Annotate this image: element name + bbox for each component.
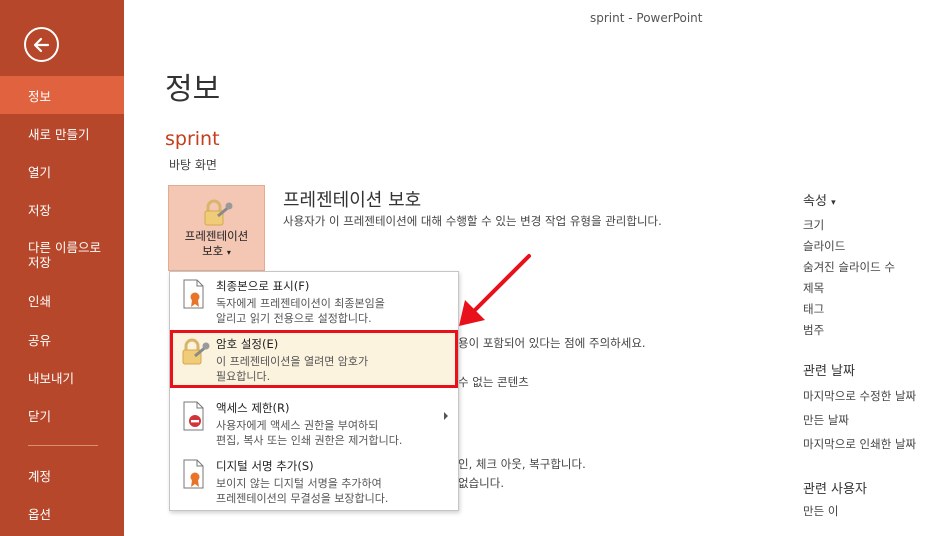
menu-item-description-line: 알리고 읽기 전용으로 설정합니다. xyxy=(216,312,372,325)
nav-item-label: 정보 xyxy=(28,88,52,104)
menu-item-add-digital-signature[interactable]: 디지털 서명 추가(S) 보이지 않는 디지털 서명을 추가하여 프레젠테이션의… xyxy=(170,452,458,510)
menu-item-description-line: 사용자에게 액세스 권한을 부여하되 xyxy=(216,419,379,432)
menu-item-mark-as-final[interactable]: 최종본으로 표시(F) 독자에게 프레젠테이션이 최종본임을 알리고 읽기 전용… xyxy=(170,272,458,330)
inspect-text-partial: 용이 포함되어 있다는 점에 주의하세요. xyxy=(458,336,646,350)
file-name: sprint xyxy=(165,128,220,150)
nav-item-account[interactable]: 계정 xyxy=(0,456,124,494)
menu-item-description: 사용자에게 액세스 권한을 부여하되 편집, 복사 또는 인쇄 권한은 제거합니… xyxy=(216,418,446,448)
versions-text-partial: 인, 체크 아웃, 복구합니다. xyxy=(458,457,586,471)
nav-item-label-line1: 다른 이름으로 xyxy=(28,240,101,255)
window-title: sprint - PowerPoint xyxy=(590,11,703,25)
dates-heading: 관련 날짜 xyxy=(803,364,855,379)
nav-item-label: 계정 xyxy=(28,468,52,484)
nav-item-label-line2: 저장 xyxy=(28,255,52,270)
protect-button-label-text: 보호 xyxy=(202,244,224,258)
property-label: 슬라이드 xyxy=(803,239,846,253)
protect-button-label-line2: 보호 ▾ xyxy=(169,244,264,260)
menu-item-description-line: 독자에게 프레젠테이션이 최종본임을 xyxy=(216,297,385,310)
lock-key-icon xyxy=(204,199,233,226)
nav-divider xyxy=(28,445,98,446)
inspect-text-partial: 수 없는 콘텐츠 xyxy=(458,375,529,389)
nav-item-close[interactable]: 닫기 xyxy=(0,396,124,434)
people-label: 만든 이 xyxy=(803,504,839,518)
document-ribbon-icon xyxy=(183,279,204,309)
file-location[interactable]: 바탕 화면 xyxy=(169,156,217,173)
nav-item-label: 닫기 xyxy=(28,408,52,424)
nav-item-label: 열기 xyxy=(28,164,52,180)
submenu-arrow-icon xyxy=(444,412,448,420)
menu-item-title: 암호 설정(E) xyxy=(216,337,279,351)
nav-item-label: 옵션 xyxy=(28,506,52,522)
protect-button-label: 프레젠테이션 보호 ▾ xyxy=(169,229,264,260)
property-label: 숨겨진 슬라이드 수 xyxy=(803,260,895,274)
menu-item-description-line: 보이지 않는 디지털 서명을 추가하여 xyxy=(216,477,382,490)
protect-heading: 프레젠테이션 보호 xyxy=(283,190,422,211)
nav-item-label: 저장 xyxy=(28,202,52,218)
lock-key-icon xyxy=(182,338,210,365)
property-label: 태그 xyxy=(803,302,825,316)
date-label: 만든 날짜 xyxy=(803,413,849,427)
nav-item-label: 다른 이름으로 저장 xyxy=(28,240,101,270)
property-label: 크기 xyxy=(803,218,825,232)
document-ribbon-icon xyxy=(183,459,204,489)
menu-item-title: 액세스 제한(R) xyxy=(216,401,290,415)
nav-item-share[interactable]: 공유 xyxy=(0,320,124,358)
annotation-arrow-icon xyxy=(459,254,531,326)
back-arrow-icon xyxy=(33,37,50,53)
page-title: 정보 xyxy=(165,72,221,107)
nav-item-save-as[interactable]: 다른 이름으로 저장 xyxy=(0,235,124,275)
people-heading: 관련 사용자 xyxy=(803,482,867,497)
chevron-down-icon: ▾ xyxy=(831,198,836,208)
nav-item-export[interactable]: 내보내기 xyxy=(0,358,124,396)
protect-button-label-line1: 프레젠테이션 xyxy=(184,229,249,243)
backstage-nav: 정보 새로 만들기 열기 저장 다른 이름으로 저장 인쇄 공유 내보내기 닫기… xyxy=(0,0,124,536)
nav-item-open[interactable]: 열기 xyxy=(0,152,124,190)
protect-description: 사용자가 이 프레젠테이션에 대해 수행할 수 있는 변경 작업 유형을 관리합… xyxy=(283,214,662,228)
menu-item-encrypt-with-password[interactable]: 암호 설정(E) 이 프레젠테이션을 열려면 암호가 필요합니다. xyxy=(170,330,458,388)
back-button[interactable] xyxy=(24,27,59,62)
menu-item-title: 디지털 서명 추가(S) xyxy=(216,459,314,473)
menu-item-description: 보이지 않는 디지털 서명을 추가하여 프레젠테이션의 무결성을 보장합니다. xyxy=(216,476,446,506)
versions-text-partial: 없습니다. xyxy=(458,476,504,490)
nav-item-label: 새로 만들기 xyxy=(28,126,90,142)
nav-item-label: 공유 xyxy=(28,332,52,348)
chevron-down-icon: ▾ xyxy=(226,248,231,257)
document-restrict-icon xyxy=(183,401,204,431)
menu-item-description-line: 이 프레젠테이션을 열려면 암호가 xyxy=(216,355,369,368)
property-label: 제목 xyxy=(803,281,825,295)
nav-item-options[interactable]: 옵션 xyxy=(0,494,124,532)
menu-item-description-line: 필요합니다. xyxy=(216,370,271,383)
menu-item-description-line: 편집, 복사 또는 인쇄 권한은 제거합니다. xyxy=(216,434,403,447)
date-label: 마지막으로 수정한 날짜 xyxy=(803,389,917,403)
menu-item-description: 이 프레젠테이션을 열려면 암호가 필요합니다. xyxy=(216,354,446,384)
nav-item-save[interactable]: 저장 xyxy=(0,190,124,228)
protect-presentation-button[interactable]: 프레젠테이션 보호 ▾ xyxy=(168,185,265,271)
menu-item-restrict-access[interactable]: 액세스 제한(R) 사용자에게 액세스 권한을 부여하되 편집, 복사 또는 인… xyxy=(170,394,458,452)
nav-item-print[interactable]: 인쇄 xyxy=(0,281,124,319)
protect-presentation-menu: 최종본으로 표시(F) 독자에게 프레젠테이션이 최종본임을 알리고 읽기 전용… xyxy=(169,271,459,511)
nav-item-label: 내보내기 xyxy=(28,370,75,386)
nav-item-info[interactable]: 정보 xyxy=(0,76,124,114)
properties-heading-label: 속성 xyxy=(803,194,827,209)
date-label: 마지막으로 인쇄한 날짜 xyxy=(803,437,917,451)
property-label: 범주 xyxy=(803,323,825,337)
nav-item-new[interactable]: 새로 만들기 xyxy=(0,114,124,152)
nav-item-label: 인쇄 xyxy=(28,293,52,309)
menu-item-title: 최종본으로 표시(F) xyxy=(216,279,310,293)
menu-item-description-line: 프레젠테이션의 무결성을 보장합니다. xyxy=(216,492,389,505)
properties-heading[interactable]: 속성 ▾ xyxy=(803,190,836,209)
menu-item-description: 독자에게 프레젠테이션이 최종본임을 알리고 읽기 전용으로 설정합니다. xyxy=(216,296,446,326)
